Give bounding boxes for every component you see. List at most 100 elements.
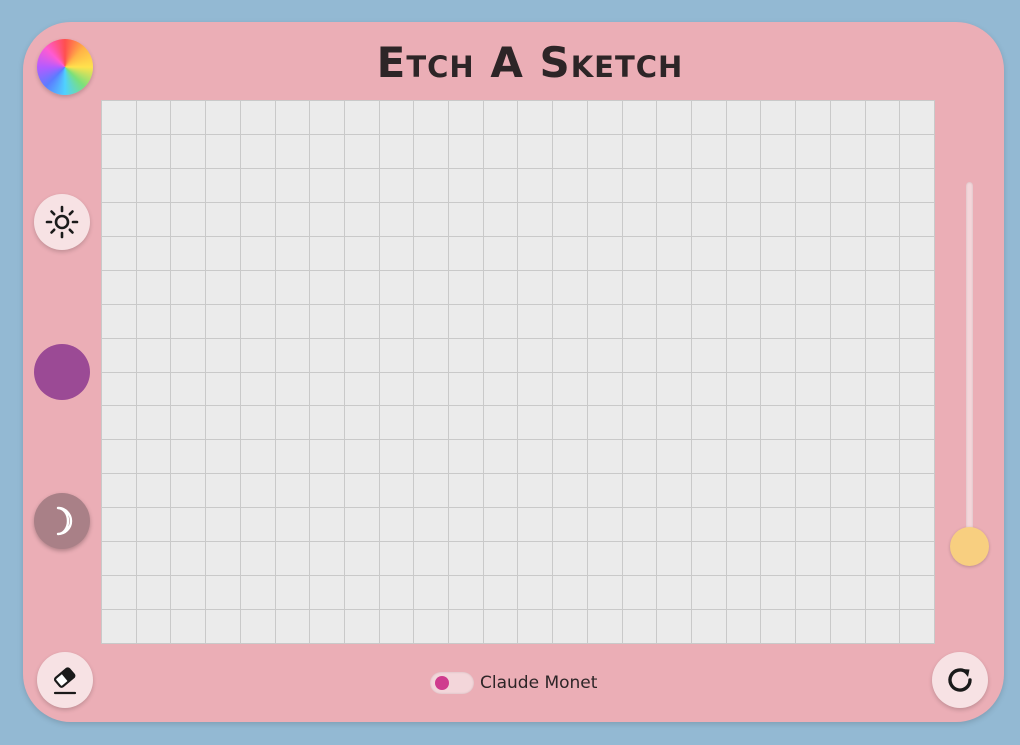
grid-cell[interactable]	[553, 270, 588, 305]
grid-cell[interactable]	[275, 576, 311, 611]
grid-cell[interactable]	[865, 406, 901, 441]
grid-cell[interactable]	[275, 440, 311, 475]
grid-cell[interactable]	[692, 508, 727, 543]
grid-cell[interactable]	[483, 610, 519, 644]
grid-cell[interactable]	[900, 610, 935, 644]
grid-cell[interactable]	[622, 372, 658, 407]
grid-cell[interactable]	[657, 440, 693, 475]
grid-cell[interactable]	[518, 542, 554, 577]
grid-cell[interactable]	[622, 610, 658, 644]
grid-cell[interactable]	[171, 406, 207, 441]
grid-cell[interactable]	[136, 610, 172, 644]
grid-cell[interactable]	[796, 610, 831, 644]
grid-cell[interactable]	[136, 304, 172, 339]
grid-cell[interactable]	[102, 270, 137, 305]
grid-cell[interactable]	[865, 576, 901, 611]
monet-mode-toggle-group[interactable]: Claude Monet	[430, 671, 597, 695]
grid-cell[interactable]	[692, 372, 727, 407]
grid-cell[interactable]	[830, 304, 866, 339]
grid-cell[interactable]	[275, 168, 311, 203]
grid-cell[interactable]	[865, 372, 901, 407]
grid-cell[interactable]	[206, 236, 241, 271]
grid-cell[interactable]	[657, 168, 693, 203]
grid-cell[interactable]	[796, 304, 831, 339]
grid-cell[interactable]	[449, 168, 484, 203]
grid-cell[interactable]	[102, 576, 137, 611]
grid-cell[interactable]	[865, 304, 901, 339]
grid-cell[interactable]	[657, 134, 693, 169]
grid-cell[interactable]	[171, 236, 207, 271]
grid-cell[interactable]	[761, 168, 797, 203]
grid-cell[interactable]	[379, 168, 415, 203]
grid-cell[interactable]	[206, 270, 241, 305]
grid-cell[interactable]	[865, 440, 901, 475]
grid-cell[interactable]	[622, 338, 658, 373]
grid-cell[interactable]	[518, 474, 554, 509]
grid-cell[interactable]	[171, 610, 207, 644]
grid-cell[interactable]	[657, 610, 693, 644]
grid-cell[interactable]	[275, 508, 311, 543]
grid-cell[interactable]	[206, 610, 241, 644]
grid-cell[interactable]	[796, 508, 831, 543]
grid-cell[interactable]	[657, 542, 693, 577]
grid-cell[interactable]	[796, 474, 831, 509]
grid-cell[interactable]	[726, 440, 762, 475]
grid-cell[interactable]	[553, 406, 588, 441]
grid-cell[interactable]	[275, 338, 311, 373]
eraser-button[interactable]	[37, 652, 93, 708]
grid-cell[interactable]	[275, 202, 311, 237]
grid-cell[interactable]	[344, 474, 380, 509]
grid-cell[interactable]	[587, 236, 623, 271]
grid-cell[interactable]	[206, 406, 241, 441]
grid-cell[interactable]	[171, 270, 207, 305]
grid-cell[interactable]	[449, 134, 484, 169]
grid-cell[interactable]	[379, 202, 415, 237]
grid-cell[interactable]	[414, 134, 450, 169]
grid-cell[interactable]	[553, 338, 588, 373]
grid-cell[interactable]	[692, 542, 727, 577]
grid-cell[interactable]	[830, 236, 866, 271]
grid-cell[interactable]	[553, 168, 588, 203]
grid-cell[interactable]	[240, 236, 276, 271]
grid-cell[interactable]	[726, 576, 762, 611]
grid-cell[interactable]	[275, 101, 311, 135]
grid-cell[interactable]	[483, 202, 519, 237]
color-picker-button[interactable]	[34, 344, 90, 400]
grid-cell[interactable]	[587, 270, 623, 305]
grid-cell[interactable]	[171, 440, 207, 475]
grid-cell[interactable]	[622, 542, 658, 577]
grid-cell[interactable]	[240, 338, 276, 373]
grid-cell[interactable]	[553, 101, 588, 135]
grid-cell[interactable]	[344, 236, 380, 271]
grid-cell[interactable]	[483, 372, 519, 407]
grid-cell[interactable]	[518, 440, 554, 475]
grid-cell[interactable]	[414, 508, 450, 543]
grid-cell[interactable]	[136, 236, 172, 271]
grid-cell[interactable]	[449, 610, 484, 644]
grid-cell[interactable]	[900, 134, 935, 169]
grid-cell[interactable]	[310, 270, 345, 305]
grid-cell[interactable]	[796, 440, 831, 475]
grid-cell[interactable]	[206, 202, 241, 237]
monet-mode-toggle[interactable]	[430, 672, 474, 694]
grid-cell[interactable]	[483, 168, 519, 203]
grid-cell[interactable]	[449, 576, 484, 611]
grid-cell[interactable]	[692, 202, 727, 237]
grid-cell[interactable]	[518, 202, 554, 237]
grid-cell[interactable]	[171, 202, 207, 237]
grid-cell[interactable]	[622, 474, 658, 509]
grid-cell[interactable]	[692, 610, 727, 644]
grid-cell[interactable]	[240, 202, 276, 237]
grid-cell[interactable]	[483, 134, 519, 169]
grid-cell[interactable]	[830, 610, 866, 644]
grid-cell[interactable]	[483, 474, 519, 509]
grid-cell[interactable]	[657, 270, 693, 305]
grid-cell[interactable]	[310, 304, 345, 339]
grid-cell[interactable]	[275, 236, 311, 271]
grid-cell[interactable]	[830, 474, 866, 509]
grid-cell[interactable]	[171, 372, 207, 407]
grid-cell[interactable]	[796, 338, 831, 373]
grid-cell[interactable]	[726, 406, 762, 441]
grid-cell[interactable]	[310, 508, 345, 543]
grid-cell[interactable]	[796, 542, 831, 577]
